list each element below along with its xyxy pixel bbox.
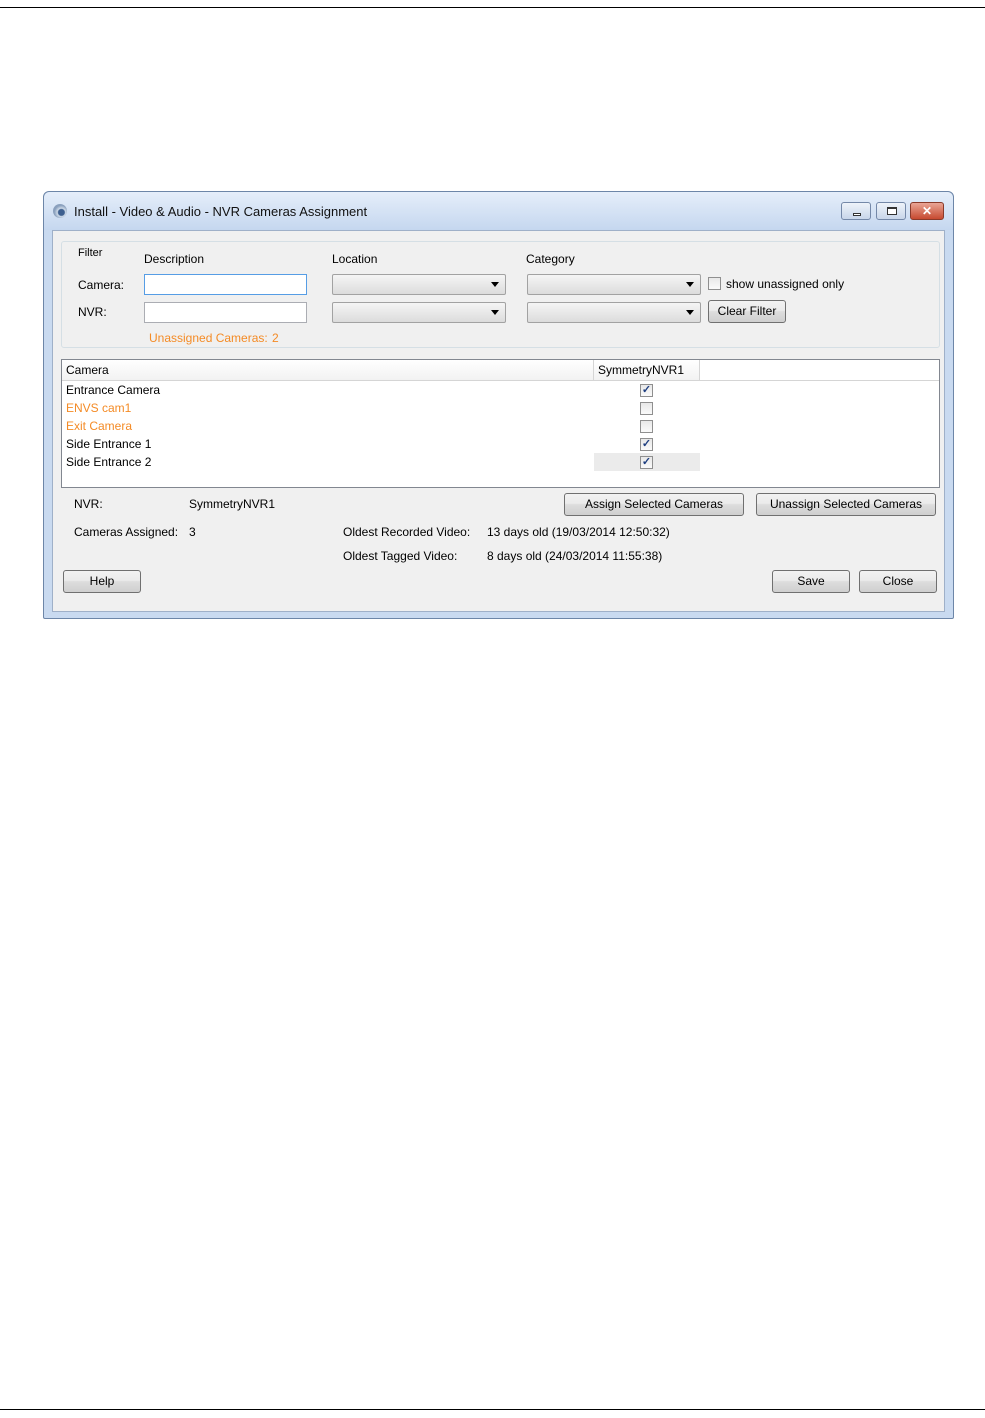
camera-name-cell: Exit Camera bbox=[66, 419, 133, 433]
table-row[interactable]: Entrance Camera ✓ bbox=[62, 381, 939, 399]
table-row[interactable]: Side Entrance 2 ✓ bbox=[62, 453, 939, 471]
nvr-column-header[interactable]: SymmetryNVR1 bbox=[594, 360, 700, 380]
nvr-cameras-assignment-window: Install - Video & Audio - NVR Cameras As… bbox=[43, 191, 954, 619]
nvr-description-input[interactable] bbox=[144, 302, 307, 323]
oldest-recorded-value: 13 days old (19/03/2014 12:50:32) bbox=[487, 525, 670, 539]
assignment-checkbox[interactable]: ✓ bbox=[640, 438, 653, 451]
chevron-down-icon bbox=[491, 310, 499, 315]
oldest-tagged-value: 8 days old (24/03/2014 11:55:38) bbox=[487, 549, 663, 563]
nvr-filter-label: NVR: bbox=[78, 305, 107, 319]
camera-assignment-grid: Camera SymmetryNVR1 Entrance Camera ✓ ENVS… bbox=[61, 359, 940, 488]
assignment-checkbox[interactable]: ✓ bbox=[640, 456, 653, 469]
title-bar[interactable]: Install - Video & Audio - NVR Cameras As… bbox=[44, 192, 953, 230]
camera-app-icon bbox=[53, 204, 67, 218]
show-unassigned-label: show unassigned only bbox=[726, 277, 845, 291]
unassigned-cameras-label: Unassigned Cameras: bbox=[149, 331, 268, 345]
cameras-assigned-value: 3 bbox=[189, 525, 196, 539]
filter-legend: Filter bbox=[75, 247, 106, 259]
camera-column-header[interactable]: Camera bbox=[62, 360, 594, 380]
page-bottom-rule bbox=[0, 1409, 985, 1410]
camera-category-select[interactable] bbox=[527, 274, 701, 295]
grid-header: Camera SymmetryNVR1 bbox=[62, 360, 939, 381]
camera-name-cell: Entrance Camera bbox=[66, 383, 161, 397]
check-icon: ✓ bbox=[641, 384, 652, 396]
table-row[interactable]: Side Entrance 1 ✓ bbox=[62, 435, 939, 453]
camera-name-cell: Side Entrance 1 bbox=[66, 437, 152, 451]
unassign-selected-cameras-button[interactable]: Unassign Selected Cameras bbox=[756, 493, 936, 516]
page-top-rule bbox=[0, 7, 985, 8]
assign-selected-cameras-button[interactable]: Assign Selected Cameras bbox=[564, 493, 744, 516]
camera-filter-label: Camera: bbox=[78, 278, 125, 292]
chevron-down-icon bbox=[686, 310, 694, 315]
cameras-assigned-label: Cameras Assigned: bbox=[74, 525, 179, 539]
window-title: Install - Video & Audio - NVR Cameras As… bbox=[74, 204, 368, 219]
assignment-cell: ✓ bbox=[594, 453, 700, 471]
camera-name-cell: Side Entrance 2 bbox=[66, 455, 152, 469]
dialog-client-area: Filter Description Location Category Cam… bbox=[52, 230, 945, 612]
location-header: Location bbox=[332, 252, 378, 266]
nvr-category-select[interactable] bbox=[527, 302, 701, 323]
oldest-recorded-label: Oldest Recorded Video: bbox=[343, 525, 471, 539]
camera-name-cell: ENVS cam1 bbox=[66, 401, 132, 415]
oldest-tagged-label: Oldest Tagged Video: bbox=[343, 549, 458, 563]
maximize-button[interactable] bbox=[876, 202, 906, 220]
maximize-icon bbox=[887, 207, 897, 215]
chevron-down-icon bbox=[491, 282, 499, 287]
close-button[interactable]: Close bbox=[859, 570, 937, 593]
check-icon: ✓ bbox=[641, 456, 652, 468]
category-header: Category bbox=[526, 252, 575, 266]
table-row[interactable]: ENVS cam1 bbox=[62, 399, 939, 417]
nvr-location-select[interactable] bbox=[332, 302, 506, 323]
table-row[interactable]: Exit Camera bbox=[62, 417, 939, 435]
camera-description-input[interactable] bbox=[144, 274, 307, 295]
save-button[interactable]: Save bbox=[772, 570, 850, 593]
details-nvr-value: SymmetryNVR1 bbox=[189, 497, 276, 511]
close-icon: ✕ bbox=[921, 204, 933, 218]
assignment-checkbox[interactable] bbox=[640, 402, 653, 415]
minimize-icon bbox=[853, 213, 861, 216]
close-window-button[interactable]: ✕ bbox=[910, 202, 944, 220]
assignment-checkbox[interactable]: ✓ bbox=[640, 384, 653, 397]
assignment-cell: ✓ bbox=[594, 435, 700, 453]
minimize-button[interactable] bbox=[841, 202, 871, 220]
chevron-down-icon bbox=[686, 282, 694, 287]
details-nvr-label: NVR: bbox=[74, 497, 103, 511]
description-header: Description bbox=[144, 252, 205, 266]
unassigned-cameras-count: 2 bbox=[272, 331, 279, 345]
help-button[interactable]: Help bbox=[63, 570, 141, 593]
check-icon: ✓ bbox=[641, 438, 652, 450]
assignment-cell bbox=[594, 399, 700, 417]
show-unassigned-checkbox[interactable] bbox=[708, 277, 721, 290]
camera-location-select[interactable] bbox=[332, 274, 506, 295]
clear-filter-button[interactable]: Clear Filter bbox=[708, 300, 786, 323]
assignment-checkbox[interactable] bbox=[640, 420, 653, 433]
assignment-cell bbox=[594, 417, 700, 435]
assignment-cell: ✓ bbox=[594, 381, 700, 399]
